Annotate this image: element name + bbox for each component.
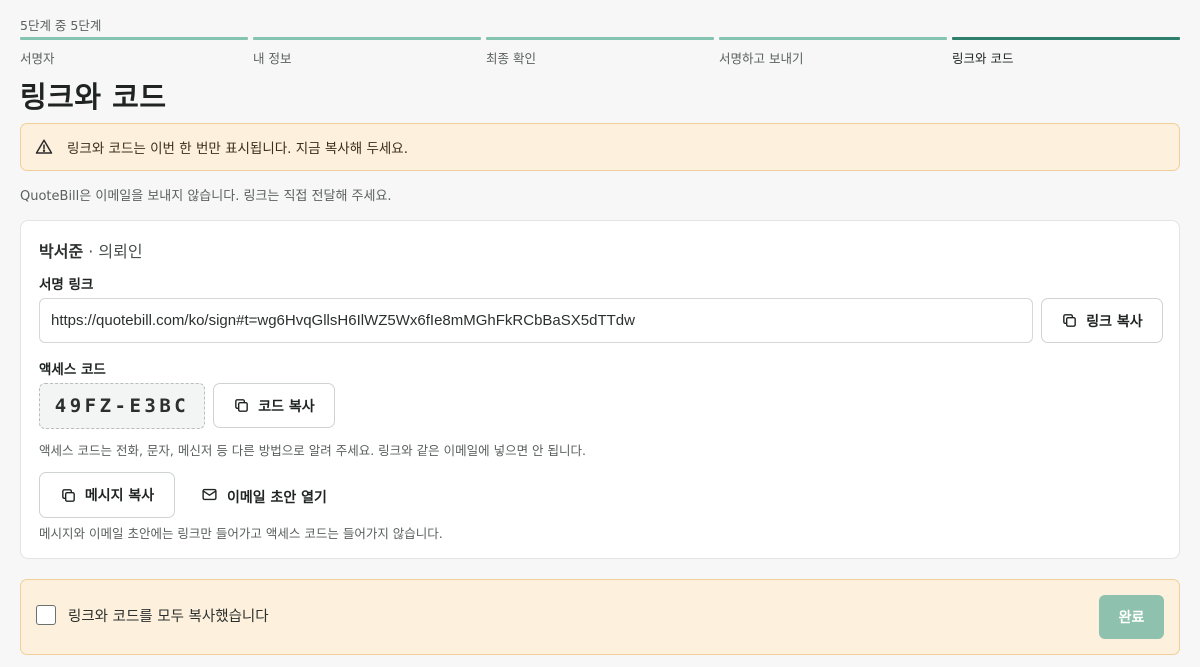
- page-title: 링크와 코드: [20, 80, 167, 114]
- warning-triangle-icon: [35, 138, 53, 156]
- stepper: 서명자 내 정보 최종 확인 서명하고 보내기 링크와 코드: [20, 37, 1180, 67]
- step-link-and-code: 링크와 코드: [952, 37, 1180, 67]
- step-signers: 서명자: [20, 37, 248, 67]
- warning-banner: 링크와 코드는 이번 한 번만 표시됩니다. 지금 복사해 두세요.: [20, 123, 1180, 171]
- step-count: 5단계 중 5단계: [20, 18, 102, 33]
- mail-icon: [201, 486, 218, 507]
- signer-heading: 박서준 · 의뢰인: [39, 238, 143, 262]
- step-label: 링크와 코드: [952, 51, 1014, 66]
- step-label: 서명자: [20, 51, 55, 66]
- signer-card: 박서준 · 의뢰인 서명 링크 https://quotebill.com/ko…: [20, 220, 1180, 559]
- copy-message-label: 메시지 복사: [84, 488, 155, 504]
- step-label: 내 정보: [253, 51, 292, 66]
- open-email-draft-label: 이메일 초안 열기: [227, 489, 327, 506]
- confirm-bar: 링크와 코드를 모두 복사했습니다 완료: [20, 579, 1180, 655]
- copy-code-button[interactable]: 코드 복사: [213, 383, 335, 428]
- step-bar: [719, 37, 947, 40]
- step-bar: [486, 37, 714, 40]
- copied-confirm-label[interactable]: 링크와 코드를 모두 복사했습니다: [68, 605, 269, 626]
- message-help: 메시지와 이메일 초안에는 링크만 들어가고 액세스 코드는 들어가지 않습니다…: [39, 526, 443, 541]
- warning-text: 링크와 코드는 이번 한 번만 표시됩니다. 지금 복사해 두세요.: [67, 141, 408, 157]
- sign-link-label: 서명 링크: [39, 277, 94, 293]
- access-code-help: 액세스 코드는 전화, 문자, 메신저 등 다른 방법으로 알려 주세요. 링크…: [39, 443, 586, 458]
- step-bar: [20, 37, 248, 40]
- copy-icon: [233, 397, 250, 414]
- step-bar: [253, 37, 481, 40]
- step-bar-current: [952, 37, 1180, 40]
- copy-link-button[interactable]: 링크 복사: [1041, 298, 1163, 343]
- step-final-review: 최종 확인: [486, 37, 714, 67]
- signer-name: 박서준: [39, 242, 84, 261]
- sign-link-field[interactable]: https://quotebill.com/ko/sign#t=wg6HvqGl…: [39, 298, 1033, 343]
- step-label: 서명하고 보내기: [719, 51, 804, 66]
- access-code-label: 액세스 코드: [39, 362, 106, 378]
- done-button[interactable]: 완료: [1099, 595, 1164, 639]
- copy-code-label: 코드 복사: [258, 398, 315, 415]
- copy-link-label: 링크 복사: [1086, 313, 1143, 330]
- copied-confirm-checkbox[interactable]: [36, 605, 56, 625]
- copy-icon: [60, 487, 77, 504]
- email-note: QuoteBill은 이메일을 보내지 않습니다. 링크는 직접 전달해 주세요…: [20, 189, 392, 204]
- signer-role: · 의뢰인: [83, 242, 143, 261]
- access-code-value: 49FZ-E3BC: [39, 383, 205, 429]
- step-my-info: 내 정보: [253, 37, 481, 67]
- open-email-draft-button[interactable]: 이메일 초안 열기: [195, 474, 333, 519]
- step-sign-and-send: 서명하고 보내기: [719, 37, 947, 67]
- step-label: 최종 확인: [486, 51, 536, 66]
- copy-icon: [1061, 312, 1078, 329]
- copy-message-button[interactable]: 메시지 복사: [39, 472, 175, 518]
